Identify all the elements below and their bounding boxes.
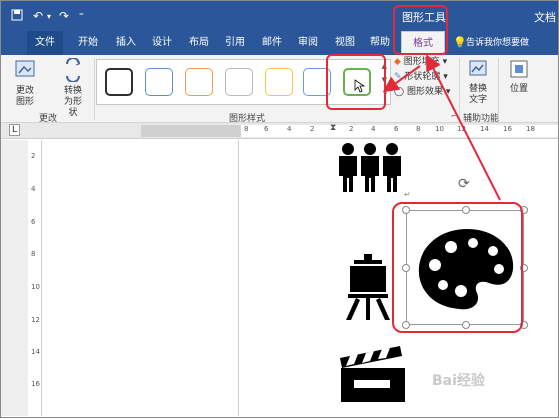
watermark: Bai经验	[432, 373, 485, 389]
annotation-arrows	[382, 54, 501, 201]
